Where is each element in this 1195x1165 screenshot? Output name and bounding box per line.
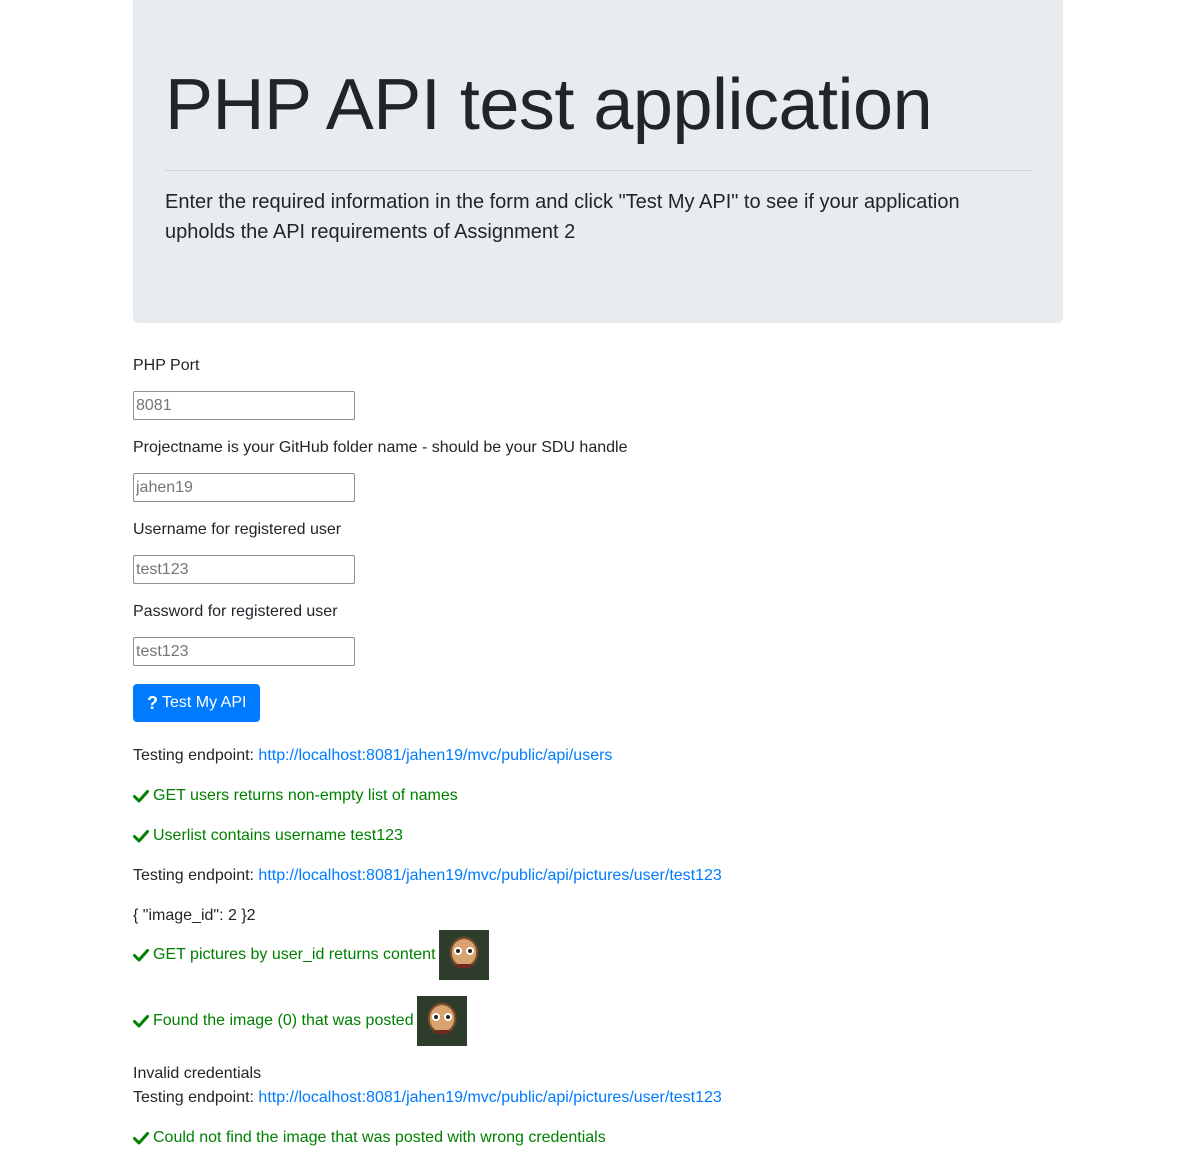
username-label: Username for registered user (133, 521, 342, 538)
intro-button-reference: "Test My API" (618, 191, 739, 214)
port-input[interactable] (133, 391, 355, 420)
password-input[interactable] (133, 637, 355, 666)
invalid-credentials-text: Invalid credentials (133, 1065, 262, 1082)
test-my-api-label: Test My API (162, 694, 247, 711)
endpoint-pictures-link-2[interactable]: http://localhost:8081/jahen19/mvc/public… (258, 1089, 721, 1106)
project-label: Projectname is your GitHub folder name -… (133, 439, 628, 456)
check-found-image: Found the image (0) that was posted (133, 996, 1063, 1046)
api-test-form: PHP Port Projectname is your GitHub fold… (133, 356, 1063, 722)
main-container: PHP API test application Enter the requi… (133, 0, 1063, 1150)
endpoint-prefix: Testing endpoint: (133, 1089, 259, 1106)
check-icon (133, 1015, 149, 1028)
test-my-api-button[interactable]: ? Test My API (133, 684, 261, 722)
image-json-output: { "image_id": 2 }2 (133, 907, 256, 924)
intro-text: Enter the required information in the fo… (165, 187, 1031, 247)
check-found-image-text: Found the image (0) that was posted (153, 1012, 414, 1029)
check-get-pictures: GET pictures by user_id returns content (133, 930, 1063, 980)
header-jumbotron: PHP API test application Enter the requi… (133, 0, 1063, 323)
endpoint-line-pictures-2: Testing endpoint: http://localhost:8081/… (133, 1086, 1063, 1110)
check-not-found-text: Could not find the image that was posted… (153, 1129, 606, 1146)
check-icon (133, 790, 149, 803)
check-get-users: GET users returns non-empty list of name… (133, 784, 1063, 808)
endpoint-prefix: Testing endpoint: (133, 747, 259, 764)
endpoint-line-pictures: Testing endpoint: http://localhost:8081/… (133, 864, 1063, 888)
check-userlist-text: Userlist contains username test123 (153, 827, 403, 844)
check-get-users-text: GET users returns non-empty list of name… (153, 787, 458, 804)
username-input[interactable] (133, 555, 355, 584)
results-section: Testing endpoint: http://localhost:8081/… (133, 744, 1063, 1150)
posted-image-thumbnail (438, 930, 489, 980)
intro-text-start: Enter the required information in the fo… (165, 191, 619, 214)
question-icon: ? (147, 692, 158, 713)
endpoint-pictures-link[interactable]: http://localhost:8081/jahen19/mvc/public… (258, 867, 721, 884)
endpoint-users-link[interactable]: http://localhost:8081/jahen19/mvc/public… (258, 747, 612, 764)
endpoint-prefix: Testing endpoint: (133, 867, 259, 884)
page-title: PHP API test application (165, 65, 933, 145)
project-input[interactable] (133, 473, 355, 502)
check-not-found: Could not find the image that was posted… (133, 1126, 1063, 1150)
found-image-thumbnail (416, 996, 467, 1046)
port-label: PHP Port (133, 357, 200, 374)
check-userlist: Userlist contains username test123 (133, 824, 1063, 848)
check-get-pictures-text: GET pictures by user_id returns content (153, 946, 436, 963)
check-icon (133, 1132, 149, 1145)
endpoint-line-users: Testing endpoint: http://localhost:8081/… (133, 744, 1063, 768)
check-icon (133, 830, 149, 843)
check-icon (133, 949, 149, 962)
header-divider (165, 170, 1031, 172)
password-label: Password for registered user (133, 603, 338, 620)
